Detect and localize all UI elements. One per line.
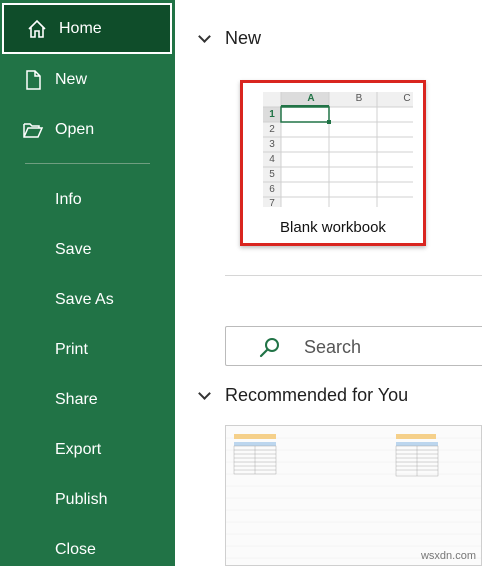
column-header-b: B (355, 93, 363, 104)
nav-home-label: Home (59, 19, 102, 37)
column-header-c: C (403, 93, 411, 104)
chevron-down-icon (198, 386, 211, 400)
watermark: wsxdn.com (420, 550, 476, 562)
nav-open[interactable]: Open (0, 105, 175, 155)
new-heading-label: New (225, 28, 262, 48)
nav-share[interactable]: Share (0, 375, 175, 425)
nav-publish-label: Publish (55, 491, 108, 508)
nav-export-label: Export (55, 441, 102, 458)
nav-new[interactable]: New (0, 55, 175, 105)
row-header-3: 3 (269, 139, 275, 150)
home-icon (28, 19, 46, 38)
row-header-1: 1 (269, 109, 275, 120)
nav-publish[interactable]: Publish (0, 475, 175, 525)
row-header-2: 2 (269, 124, 275, 135)
nav-print-label: Print (55, 341, 88, 358)
blank-workbook-caption: Blank workbook (280, 219, 386, 236)
template-search-box[interactable]: Search (225, 326, 482, 366)
nav-open-label: Open (55, 121, 95, 138)
main-panel: New A B C 1 2 3 4 5 6 7 Blank workbook S… (175, 0, 482, 566)
recommended-template-thumbnail[interactable] (225, 425, 482, 566)
column-header-a: A (307, 93, 315, 104)
recommended-section-heading[interactable]: Recommended for You (198, 385, 409, 406)
recommended-heading-label: Recommended for You (225, 385, 409, 405)
nav-save-as-label: Save As (55, 291, 114, 308)
chevron-down-icon (198, 29, 211, 43)
nav-close[interactable]: Close (0, 525, 175, 575)
nav-share-label: Share (55, 391, 98, 408)
row-header-5: 5 (269, 169, 275, 180)
search-input[interactable]: Search (304, 337, 361, 358)
nav-export[interactable]: Export (0, 425, 175, 475)
nav-save-label: Save (55, 241, 92, 258)
section-divider (225, 275, 482, 276)
nav-info-label: Info (55, 191, 82, 208)
nav-home[interactable]: Home (2, 3, 172, 54)
new-document-icon (26, 70, 41, 90)
row-header-4: 4 (269, 154, 275, 165)
blank-workbook-template[interactable]: A B C 1 2 3 4 5 6 7 Blank workbook (240, 80, 426, 246)
nav-save[interactable]: Save (0, 225, 175, 275)
row-header-7: 7 (269, 198, 275, 209)
spreadsheet-preview (263, 92, 413, 207)
nav-info[interactable]: Info (0, 175, 175, 225)
folder-open-icon (23, 123, 44, 138)
row-header-6: 6 (269, 184, 275, 195)
template-preview (226, 434, 481, 559)
nav-close-label: Close (55, 541, 96, 558)
sidebar-divider (25, 163, 150, 164)
nav-new-label: New (55, 71, 88, 88)
new-section-heading[interactable]: New (198, 28, 262, 49)
nav-print[interactable]: Print (0, 325, 175, 375)
backstage-sidebar: Home New Open Info Save Save As Print Sh… (0, 0, 175, 566)
search-icon (259, 338, 279, 358)
nav-save-as[interactable]: Save As (0, 275, 175, 325)
